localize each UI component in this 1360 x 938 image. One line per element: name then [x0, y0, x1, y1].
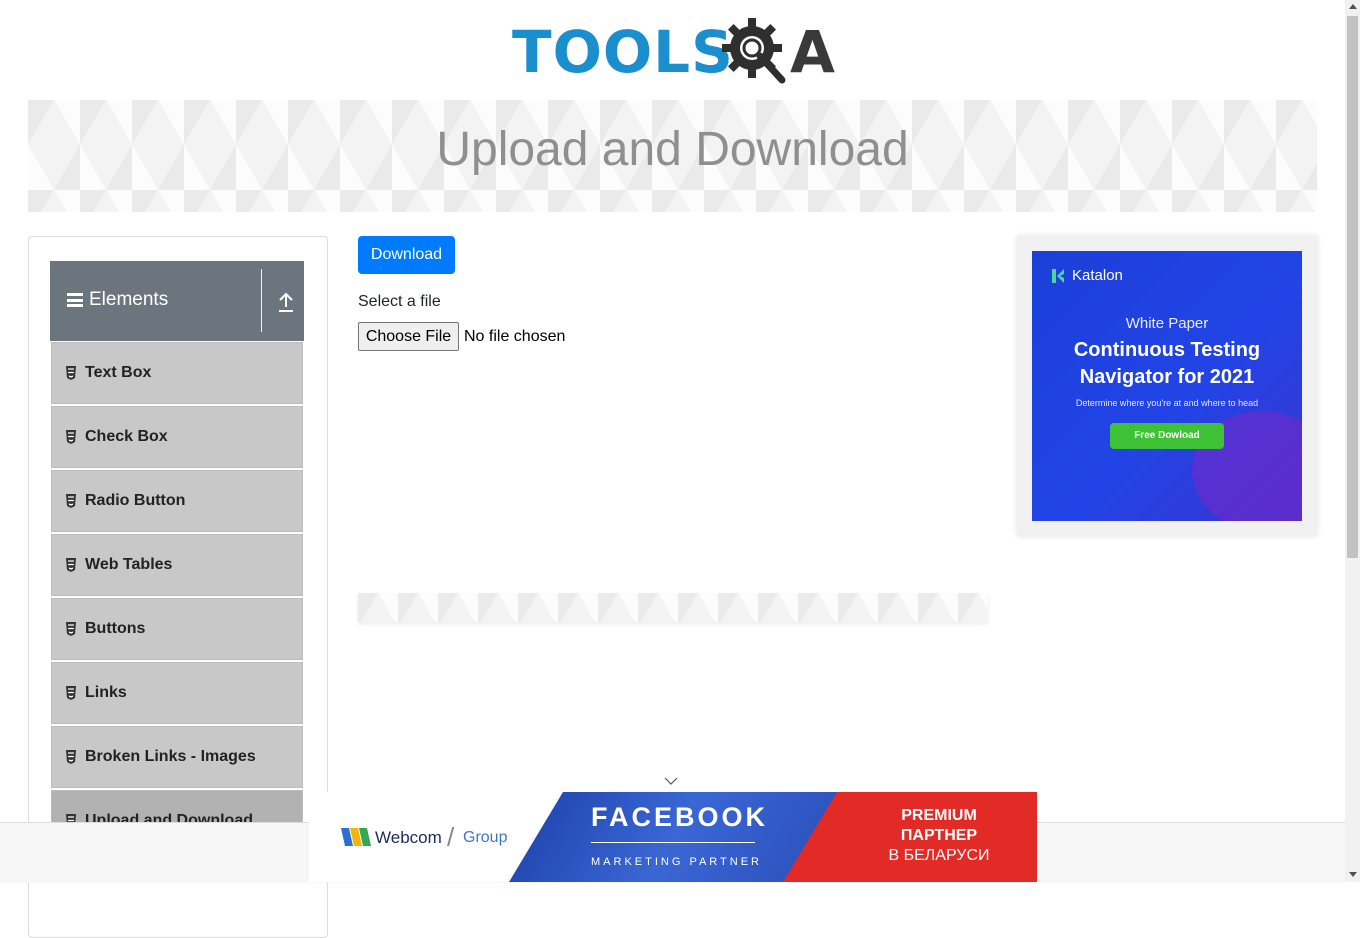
- html5-badge-icon: [66, 622, 76, 636]
- page-scrollbar[interactable]: [1345, 0, 1360, 882]
- ad-brand-name: Katalon: [1072, 267, 1123, 284]
- sidebar-item-check-box[interactable]: Check Box: [51, 406, 303, 468]
- sidebar-item-radio-button[interactable]: Radio Button: [51, 470, 303, 532]
- right-ad-frame: Katalon White Paper Continuous Testing N…: [1017, 236, 1317, 536]
- html5-badge-icon: [66, 494, 76, 508]
- scroll-down-arrow-icon[interactable]: [1349, 872, 1357, 877]
- facebook-title: FACEBOOK: [591, 802, 769, 832]
- ad-headline-line-1: Continuous Testing: [1073, 339, 1261, 361]
- sidebar-item-label: Text Box: [85, 364, 152, 381]
- logo-suffix: A: [790, 18, 835, 86]
- bottom-banner-ad[interactable]: Webcom / Group FACEBOOK MARKETING PARTNE…: [309, 792, 1037, 882]
- elements-group-header[interactable]: Elements: [50, 261, 304, 341]
- katalon-ad[interactable]: Katalon White Paper Continuous Testing N…: [1032, 251, 1302, 521]
- html5-badge-icon: [66, 366, 76, 380]
- hamburger-icon: [67, 293, 83, 307]
- content-footer-strip: [358, 593, 988, 622]
- webcom-group: Group: [463, 829, 508, 846]
- chevron-down-icon[interactable]: [664, 776, 678, 786]
- html5-badge-icon: [66, 686, 76, 700]
- sidebar-item-web-tables[interactable]: Web Tables: [51, 534, 303, 596]
- katalon-logo-icon: [1052, 268, 1064, 283]
- webcom-brand: Webcom: [375, 828, 442, 847]
- ad-subtext: Determine where you're at and where to h…: [1075, 398, 1259, 408]
- html5-badge-icon: [66, 558, 76, 572]
- scroll-up-arrow-icon[interactable]: [1349, 4, 1357, 9]
- ad-brand: Katalon: [1050, 267, 1123, 284]
- webcom-logo-icon: [341, 828, 371, 846]
- toolsqa-logo[interactable]: TOOLS A: [512, 14, 836, 92]
- sidebar-item-label: Broken Links - Images: [85, 748, 256, 765]
- download-button[interactable]: Download: [358, 236, 455, 274]
- sidebar-item-links[interactable]: Links: [51, 662, 303, 724]
- choose-file-button[interactable]: Choose File: [358, 322, 459, 351]
- premium-text: PREMIUM ПАРТНЕР В БЕЛАРУСИ: [869, 806, 1009, 866]
- premium-line-2: ПАРТНЕР: [900, 827, 978, 844]
- ad-headline-line-2: Navigator for 2021: [1079, 366, 1255, 388]
- marketing-partner-text: MARKETING PARTNER: [591, 856, 762, 868]
- scroll-thumb[interactable]: [1347, 16, 1358, 558]
- sidebar-item-text-box[interactable]: Text Box: [51, 342, 303, 404]
- html5-badge-icon: [66, 750, 76, 764]
- facebook-divider: [591, 842, 755, 843]
- ad-kicker: White Paper: [1125, 315, 1209, 332]
- sidebar-item-label: Radio Button: [85, 492, 186, 509]
- group-title: Elements: [89, 289, 169, 310]
- sidebar-item-broken-links[interactable]: Broken Links - Images: [51, 726, 303, 788]
- page-title: Upload and Download: [436, 123, 909, 176]
- sidebar-item-label: Web Tables: [85, 556, 173, 573]
- webcom-slash: /: [447, 822, 455, 852]
- logo-text: TOOLS: [512, 18, 734, 86]
- sidebar-item-label: Links: [85, 684, 127, 701]
- sidebar-item-buttons[interactable]: Buttons: [51, 598, 303, 660]
- select-file-label: Select a file: [358, 293, 441, 310]
- ad-headline: Continuous Testing Navigator for 2021: [1032, 337, 1302, 391]
- page-banner: Upload and Download: [28, 100, 1317, 212]
- gear-magnifier-icon: [722, 18, 786, 84]
- ad-cta-button[interactable]: Free Dowload: [1110, 423, 1224, 449]
- upload-arrow-icon[interactable]: [276, 291, 296, 313]
- sidebar-item-label: Check Box: [85, 428, 168, 445]
- html5-badge-icon: [66, 430, 76, 444]
- header-divider: [261, 269, 262, 332]
- premium-line-1: PREMIUM: [901, 807, 977, 824]
- sidebar-item-label: Buttons: [85, 620, 146, 637]
- file-status-text: No file chosen: [464, 328, 566, 345]
- premium-line-3: В БЕЛАРУСИ: [888, 847, 990, 864]
- elements-menu-list: Text Box Check Box Radio Button Web Tabl…: [51, 342, 303, 854]
